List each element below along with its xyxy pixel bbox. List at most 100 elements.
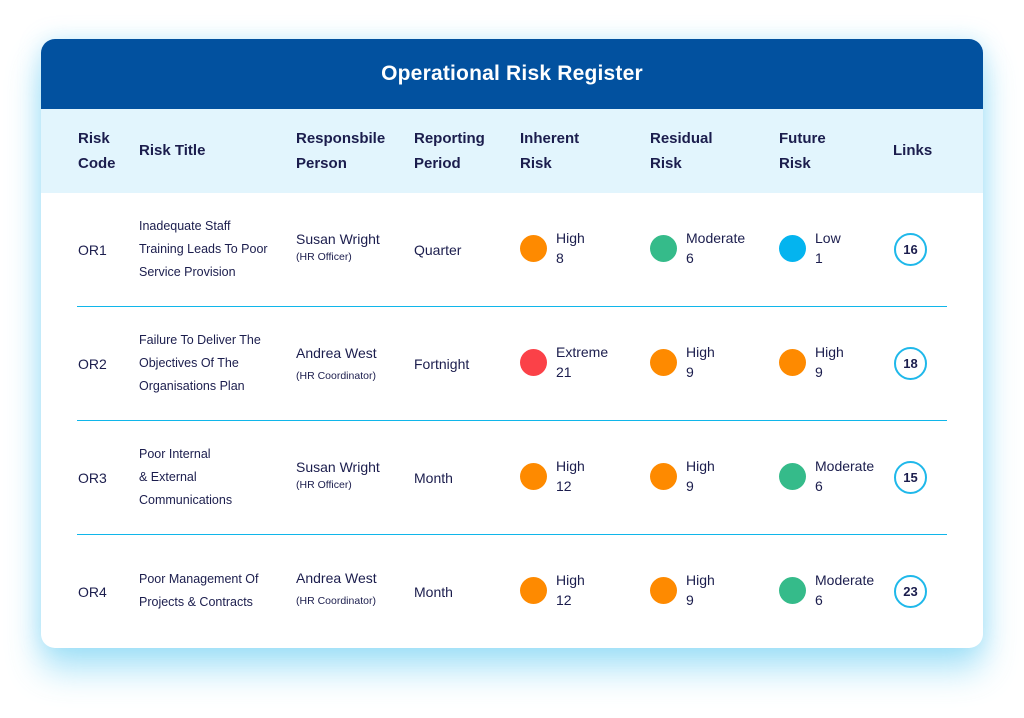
- responsible-person: Andrea West (HR Coordinator): [296, 343, 377, 382]
- header-line: Risk Title: [139, 142, 206, 159]
- person-name: Andrea West: [296, 570, 377, 586]
- future-risk-cell: Moderate 6: [779, 456, 874, 496]
- person-role: (HR Coordinator): [296, 595, 376, 607]
- risk-title-line: Communications: [139, 493, 233, 507]
- risk-level-label: Moderate: [815, 458, 875, 474]
- column-header-inherent-risk[interactable]: Inherent Risk: [520, 126, 579, 176]
- risk-code: OR3: [78, 470, 107, 486]
- header-line: Risk: [78, 130, 110, 147]
- future-risk-cell: Moderate 6: [779, 570, 874, 610]
- risk-level-label: Moderate: [686, 230, 746, 246]
- header-line: Inherent: [520, 130, 580, 147]
- risk-level-label: High: [686, 344, 715, 360]
- risk-level-dot: [520, 234, 547, 262]
- residual-risk-cell: Moderate 6: [650, 228, 745, 268]
- risk-text: Low 1: [815, 228, 841, 268]
- risk-level-label: Low: [815, 230, 841, 246]
- risk-text: Moderate 6: [815, 456, 874, 496]
- person-role: (HR Officer): [296, 479, 352, 491]
- risk-text: High 8: [556, 228, 585, 268]
- column-header-links[interactable]: Links: [893, 138, 932, 163]
- links-count-badge[interactable]: 23: [894, 575, 927, 608]
- risk-text: Moderate 6: [686, 228, 745, 268]
- risk-score: 6: [815, 592, 823, 608]
- person-name: Susan Wright: [296, 231, 380, 247]
- page-title: Operational Risk Register: [41, 39, 983, 109]
- risk-code: OR2: [78, 356, 107, 372]
- inherent-risk-cell: High 12: [520, 570, 585, 610]
- residual-risk-cell: High 9: [650, 570, 715, 610]
- column-header-reporting-period[interactable]: Reporting Period: [414, 126, 485, 176]
- risk-text: Moderate 6: [815, 570, 874, 610]
- column-header-risk-title[interactable]: Risk Title: [139, 138, 205, 163]
- header-line: Risk: [779, 155, 811, 172]
- risk-title-line: Poor Management Of: [139, 572, 259, 586]
- links-count-badge[interactable]: 15: [894, 461, 927, 494]
- risk-level-label: High: [556, 572, 585, 588]
- risk-title: Poor Internal & External Communications: [139, 443, 279, 512]
- reporting-period: Quarter: [414, 242, 462, 258]
- risk-level-dot: [520, 576, 547, 604]
- risk-level-dot: [779, 576, 806, 604]
- risk-title-line: Projects & Contracts: [139, 595, 253, 609]
- table-row[interactable]: OR3 Poor Internal & External Communication…: [77, 421, 947, 535]
- risk-score: 9: [686, 364, 694, 380]
- risk-level-dot: [779, 234, 806, 262]
- risk-title: Failure To Deliver The Objectives Of The O…: [139, 329, 279, 398]
- residual-risk-cell: High 9: [650, 456, 715, 496]
- responsible-person: Susan Wright (HR Officer): [296, 229, 380, 263]
- risk-level-label: High: [556, 458, 585, 474]
- risk-level-label: Extreme: [556, 344, 609, 360]
- reporting-period: Fortnight: [414, 356, 470, 372]
- header-line: Links: [893, 142, 933, 159]
- risk-title: Poor Management Of Projects & Contracts: [139, 568, 279, 614]
- reporting-period: Month: [414, 584, 453, 600]
- risk-score: 6: [815, 478, 823, 494]
- risk-level-dot: [520, 348, 547, 376]
- risk-text: High 12: [556, 456, 585, 496]
- risk-title: Inadequate Staff Training Leads To Poor Se…: [139, 215, 279, 284]
- future-risk-cell: High 9: [779, 342, 844, 382]
- risk-level-dot: [650, 462, 677, 490]
- risk-text: Extreme 21: [556, 342, 608, 382]
- risk-level-dot: [650, 234, 677, 262]
- person-name: Andrea West: [296, 345, 377, 361]
- responsible-person: Susan Wright (HR Officer): [296, 457, 380, 491]
- table-row[interactable]: OR2 Failure To Deliver The Objectives Of …: [77, 307, 947, 421]
- reporting-period: Month: [414, 470, 453, 486]
- risk-level-dot: [779, 462, 806, 490]
- risk-title-line: Poor Internal: [139, 447, 211, 461]
- risk-title-line: Training Leads To Poor: [139, 242, 268, 256]
- header-line: Responsbile: [296, 130, 386, 147]
- column-header-residual-risk[interactable]: Residual Risk: [650, 126, 713, 176]
- risk-level-dot: [650, 576, 677, 604]
- risk-text: High 9: [686, 570, 715, 610]
- header-line: Code: [78, 155, 116, 172]
- column-header-future-risk[interactable]: Future Risk: [779, 126, 826, 176]
- risk-title-line: Organisations Plan: [139, 379, 245, 393]
- header-line: Risk: [650, 155, 682, 172]
- risk-score: 12: [556, 478, 572, 494]
- inherent-risk-cell: High 12: [520, 456, 585, 496]
- risk-score: 6: [686, 250, 694, 266]
- header-line: Person: [296, 155, 347, 172]
- risk-title-line: Objectives Of The: [139, 356, 239, 370]
- table-row[interactable]: OR1 Inadequate Staff Training Leads To Po…: [77, 193, 947, 307]
- inherent-risk-cell: Extreme 21: [520, 342, 608, 382]
- responsible-person: Andrea West (HR Coordinator): [296, 568, 377, 607]
- risk-text: High 12: [556, 570, 585, 610]
- links-count-badge[interactable]: 18: [894, 347, 927, 380]
- table-header: Risk Code Risk Title Responsbile Person …: [41, 109, 983, 193]
- risk-title-line: Failure To Deliver The: [139, 333, 261, 347]
- column-header-responsible-person[interactable]: Responsbile Person: [296, 126, 385, 176]
- risk-level-label: High: [556, 230, 585, 246]
- risk-title-line: & External: [139, 470, 197, 484]
- column-header-risk-code[interactable]: Risk Code: [78, 126, 116, 176]
- table-row[interactable]: OR4 Poor Management Of Projects & Contrac…: [77, 535, 947, 648]
- risk-level-dot: [520, 462, 547, 490]
- risk-code: OR1: [78, 242, 107, 258]
- risk-score: 21: [556, 364, 572, 380]
- links-count-badge[interactable]: 16: [894, 233, 927, 266]
- risk-register-card: Operational Risk Register Risk Code Risk…: [41, 39, 983, 648]
- risk-code: OR4: [78, 584, 107, 600]
